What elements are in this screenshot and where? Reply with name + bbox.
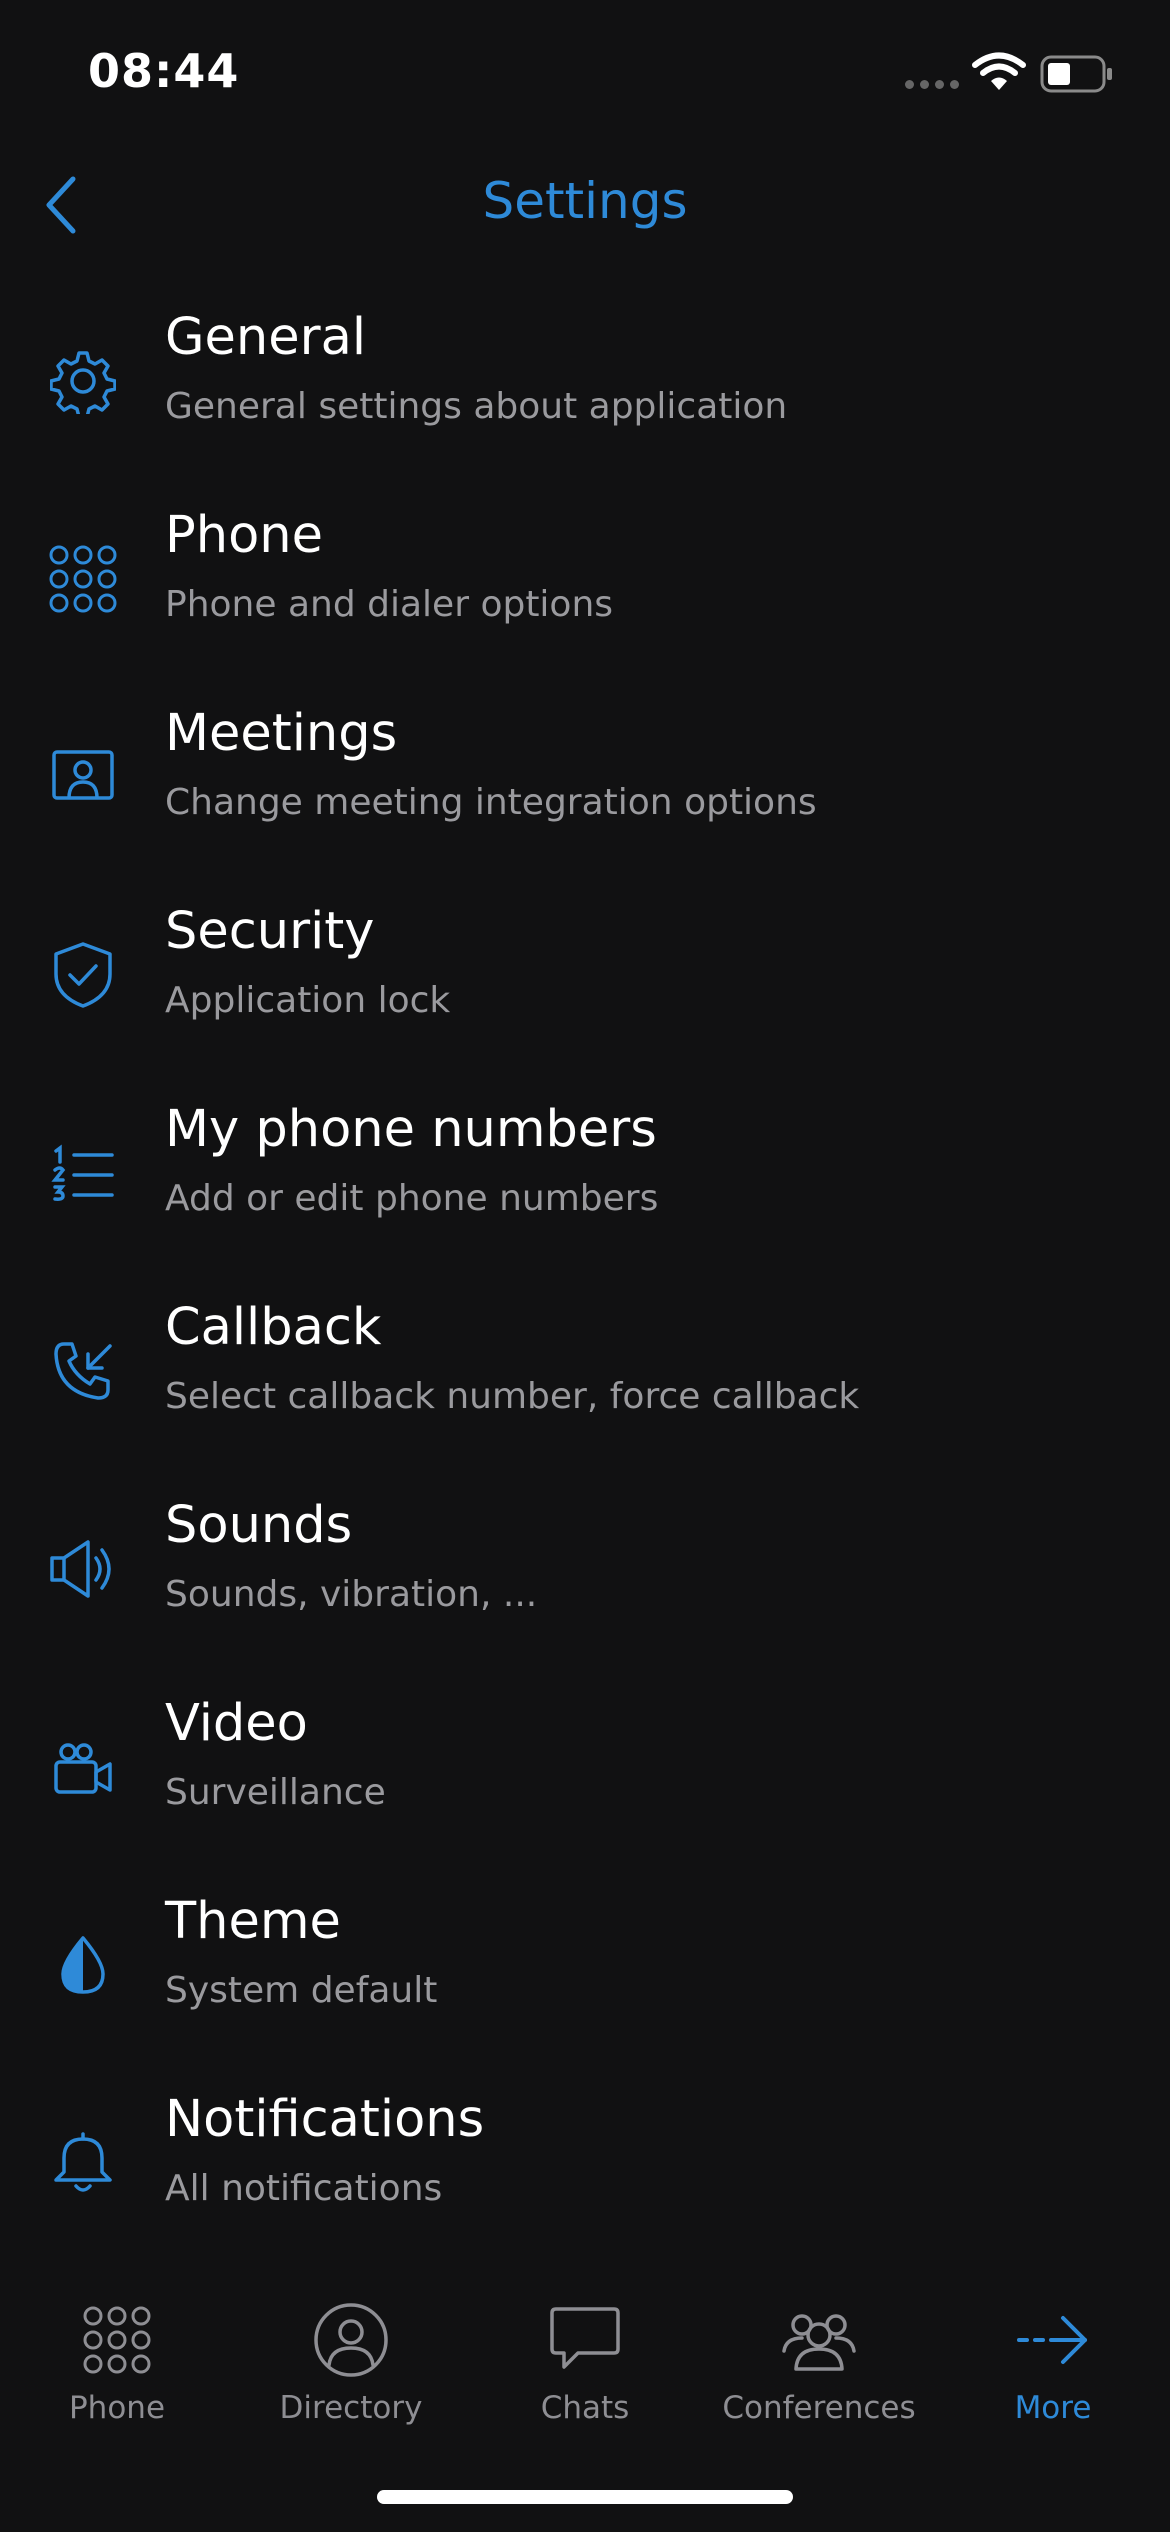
bell-icon (40, 2120, 126, 2206)
page-title: Settings (482, 172, 688, 230)
settings-item-title: General (165, 308, 366, 367)
tab-directory[interactable]: Directory (234, 2280, 468, 2430)
settings-item-subtitle: System default (165, 1970, 438, 2011)
dialpad-icon (40, 536, 126, 622)
tab-chats[interactable]: Chats (468, 2280, 702, 2430)
tab-label: Conferences (722, 2390, 916, 2426)
settings-item-subtitle: All notifications (165, 2168, 443, 2209)
theme-drop-icon (40, 1922, 126, 2008)
meeting-icon (40, 734, 126, 820)
settings-item-title: Notifications (165, 2090, 485, 2149)
tab-label: More (1014, 2390, 1092, 2426)
settings-item-meetings[interactable]: Meetings Change meeting integration opti… (0, 696, 1170, 894)
settings-item-title: My phone numbers (165, 1100, 657, 1159)
settings-item-my-phone-numbers[interactable]: My phone numbers Add or edit phone numbe… (0, 1092, 1170, 1290)
settings-item-title: Theme (165, 1892, 341, 1951)
settings-item-subtitle: General settings about application (165, 386, 788, 427)
wifi-icon (972, 52, 1026, 92)
chat-bubble-icon (545, 2300, 625, 2380)
callback-icon (40, 1328, 126, 1414)
tab-label: Chats (540, 2390, 630, 2426)
settings-item-subtitle: Surveillance (165, 1772, 386, 1813)
settings-item-theme[interactable]: Theme System default (0, 1884, 1170, 2082)
group-icon (779, 2300, 859, 2380)
shield-check-icon (40, 932, 126, 1018)
settings-item-title: Meetings (165, 704, 398, 763)
tab-more[interactable]: More (936, 2280, 1170, 2430)
settings-item-title: Callback (165, 1298, 382, 1357)
tab-label: Directory (279, 2390, 423, 2426)
settings-item-subtitle: Change meeting integration options (165, 782, 817, 823)
settings-item-notifications[interactable]: Notifications All notifications (0, 2082, 1170, 2280)
settings-item-callback[interactable]: Callback Select callback number, force c… (0, 1290, 1170, 1488)
tab-phone[interactable]: Phone (0, 2280, 234, 2430)
settings-item-title: Phone (165, 506, 323, 565)
settings-item-title: Sounds (165, 1496, 353, 1555)
speaker-icon (40, 1526, 126, 1612)
battery-icon (1040, 55, 1114, 93)
tab-bar: Phone Directory Chats Conferences More (0, 2280, 1170, 2430)
video-camera-icon (40, 1724, 126, 1810)
tab-label: Phone (68, 2390, 166, 2426)
settings-item-title: Security (165, 902, 375, 961)
settings-item-subtitle: Phone and dialer options (165, 584, 614, 625)
dialpad-icon (77, 2300, 157, 2380)
status-bar: 08:44 (0, 0, 1170, 150)
settings-item-phone[interactable]: Phone Phone and dialer options (0, 498, 1170, 696)
arrow-right-icon (1013, 2300, 1093, 2380)
settings-item-sounds[interactable]: Sounds Sounds, vibration, ... (0, 1488, 1170, 1686)
settings-item-subtitle: Select callback number, force callback (165, 1376, 860, 1417)
cellular-signal-icon (905, 80, 961, 92)
settings-item-subtitle: Add or edit phone numbers (165, 1178, 659, 1219)
numbered-list-icon (40, 1130, 126, 1216)
navigation-bar: Settings (0, 150, 1170, 260)
tab-conferences[interactable]: Conferences (702, 2280, 936, 2430)
home-indicator[interactable] (377, 2490, 793, 2504)
settings-item-subtitle: Application lock (165, 980, 451, 1021)
settings-item-subtitle: Sounds, vibration, ... (165, 1574, 538, 1615)
settings-item-general[interactable]: General General settings about applicati… (0, 300, 1170, 498)
gear-icon (40, 338, 126, 424)
settings-item-video[interactable]: Video Surveillance (0, 1686, 1170, 1884)
person-icon (311, 2300, 391, 2380)
settings-list: General General settings about applicati… (0, 300, 1170, 2280)
settings-item-title: Video (165, 1694, 308, 1753)
settings-item-security[interactable]: Security Application lock (0, 894, 1170, 1092)
status-time: 08:44 (88, 44, 240, 98)
